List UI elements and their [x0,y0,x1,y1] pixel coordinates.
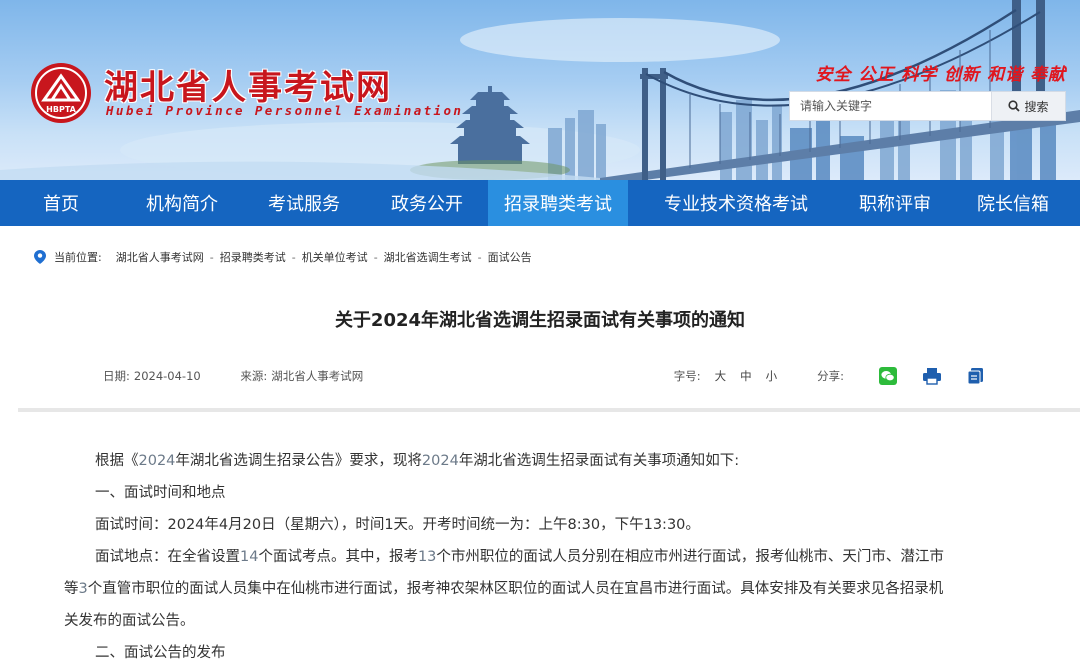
article-divider [18,408,1080,412]
svg-text:HBPTA: HBPTA [46,105,76,114]
breadcrumb-link-interview-notices[interactable]: 面试公告 [488,249,532,265]
nav-item-professional-qualification[interactable]: 专业技术资格考试 [628,180,844,226]
section-heading-publication: 二、面试公告的发布 [95,645,226,659]
paragraph-interview-location-end: 关发布的面试公告。 [64,613,195,629]
source-meta: 来源: 湖北省人事考试网 [240,369,363,383]
font-size-small[interactable]: 小 [766,368,778,384]
search-box: 搜索 [789,91,1066,121]
font-size-large[interactable]: 大 [715,368,727,384]
article-body: 根据《2024年湖北省选调生招录公告》要求，现将2024年湖北省选调生招录面试有… [64,445,1039,659]
font-size-label: 字号: [673,369,701,383]
paragraph-interview-location: 面试地点：在全省设置14个面试考点。其中，报考13个市州职位的面试人员分别在相应… [95,549,944,565]
publish-date: 2024-04-10 [133,369,201,383]
nav-item-director-mailbox[interactable]: 院长信箱 [946,180,1080,226]
paragraph-interview-time: 面试时间：2024年4月20日（星期六），时间1天。开考时间统一为：上午8:30… [95,517,700,533]
nav-item-home[interactable]: 首页 [0,180,122,226]
nav-item-exam-services[interactable]: 考试服务 [242,180,366,226]
article-meta: 日期: 2024-04-10 来源: 湖北省人事考试网 [103,368,399,384]
date-label: 日期: [103,369,130,383]
breadcrumb-prefix: 当前位置: [54,251,102,264]
header-banner: HBPTA 湖北省人事考试网 Hubei Province Personnel … [0,0,1080,180]
wechat-icon[interactable] [878,366,898,386]
breadcrumb-separator: - [373,250,378,264]
font-size-medium[interactable]: 中 [740,368,752,384]
nav-item-title-review[interactable]: 职称评审 [844,180,946,226]
date-meta: 日期: 2024-04-10 [103,369,201,383]
nav-item-about[interactable]: 机构简介 [122,180,242,226]
nav-item-government-affairs[interactable]: 政务公开 [366,180,488,226]
breadcrumb-link-selected-graduates[interactable]: 湖北省选调生考试 [384,249,472,265]
article-tools: 字号: 大 中 小 分享: [674,366,986,386]
article-title: 关于2024年湖北省选调生招录面试有关事项的通知 [334,310,746,331]
breadcrumb-link-recruitment[interactable]: 招录聘类考试 [220,249,286,265]
search-input[interactable] [790,92,991,120]
hbpta-logo[interactable]: HBPTA [30,62,92,124]
main-nav: 首页 机构简介 考试服务 政务公开 招录聘类考试 专业技术资格考试 职称评审 院… [0,180,1080,226]
pagoda [450,86,530,164]
site-title: 湖北省人事考试网 [104,68,392,108]
breadcrumb-separator: - [477,250,482,264]
site-subtitle: Hubei Province Personnel Examination [106,103,464,118]
breadcrumb-separator: - [209,250,214,264]
copy-icon[interactable] [966,366,986,386]
paragraph-intro: 根据《2024年湖北省选调生招录公告》要求，现将2024年湖北省选调生招录面试有… [95,453,740,469]
location-pin-icon [34,250,46,264]
slogan: 安全 公正 科学 创新 和谐 奉献 [815,65,1066,85]
search-button[interactable]: 搜索 [991,92,1065,120]
paragraph-interview-location-cont: 等3个直管市职位的面试人员集中在仙桃市进行面试，报考神农架林区职位的面试人员在宜… [64,581,944,597]
section-heading-time-location: 一、面试时间和地点 [95,485,226,501]
share-label: 分享: [817,369,844,383]
print-icon[interactable] [922,366,942,386]
breadcrumb-separator: - [291,250,296,264]
breadcrumb-link-government-units[interactable]: 机关单位考试 [302,249,368,265]
source-value: 湖北省人事考试网 [271,369,364,383]
breadcrumb: 当前位置: 湖北省人事考试网 - 招录聘类考试 - 机关单位考试 - 湖北省选调… [34,248,532,266]
breadcrumb-link-home[interactable]: 湖北省人事考试网 [116,249,204,265]
source-label: 来源: [240,369,268,383]
search-button-label: 搜索 [1024,99,1049,114]
nav-item-recruitment-exams[interactable]: 招录聘类考试 [488,180,628,226]
search-icon [1008,100,1021,112]
